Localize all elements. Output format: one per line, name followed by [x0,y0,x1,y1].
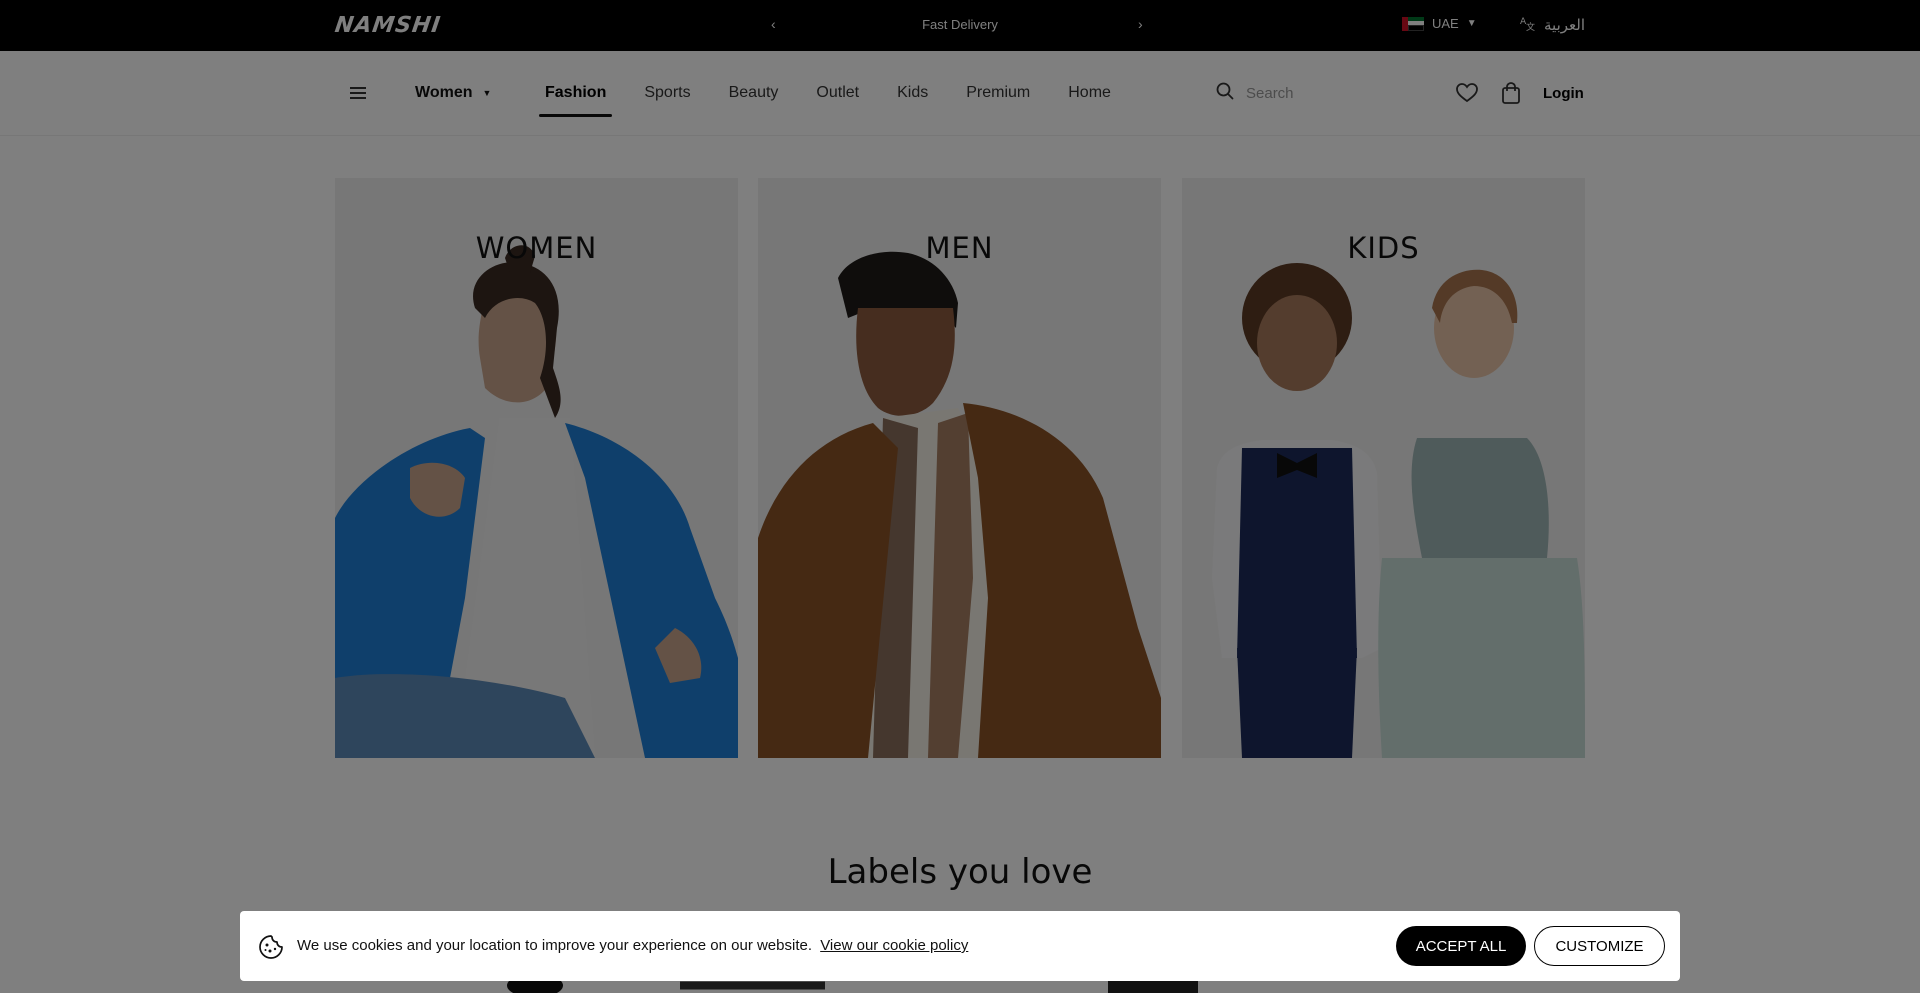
cookie-banner: We use cookies and your location to impr… [240,911,1680,981]
cookie-message: We use cookies and your location to impr… [297,937,813,954]
modal-overlay [0,0,1920,993]
cookie-message-container: We use cookies and your location to impr… [297,937,968,954]
cookie-icon [258,934,284,965]
accept-all-button[interactable]: ACCEPT ALL [1396,926,1526,966]
cookie-policy-link[interactable]: View our cookie policy [820,937,968,954]
customize-button[interactable]: CUSTOMIZE [1534,926,1665,966]
